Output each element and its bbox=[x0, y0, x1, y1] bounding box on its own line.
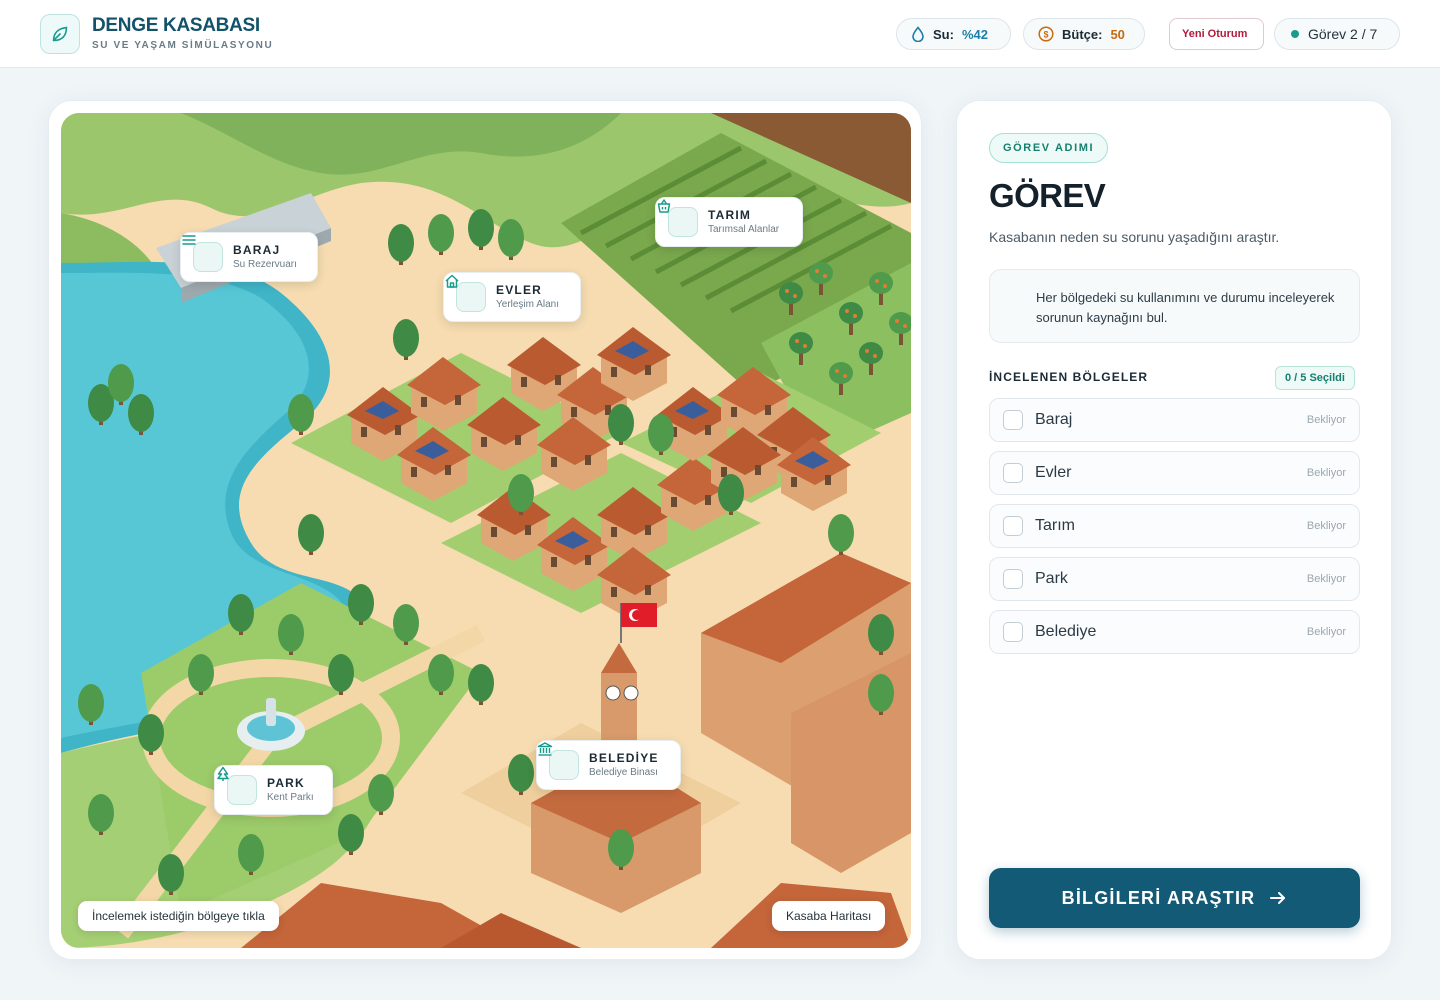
poi-title: TARIM bbox=[708, 207, 752, 222]
basket-icon bbox=[657, 199, 698, 237]
poi-subtitle: Su Rezervuarı bbox=[233, 258, 297, 270]
poi-subtitle: Kent Parkı bbox=[267, 791, 314, 803]
step-badge: GÖREV ADIMI bbox=[989, 133, 1109, 163]
app-title: DENGE KASABASI bbox=[92, 15, 260, 36]
research-button[interactable]: BİLGİLERİ ARAŞTIR bbox=[989, 868, 1360, 928]
region-row-baraj[interactable]: Baraj Bekliyor bbox=[989, 398, 1360, 442]
new-session-button[interactable]: Yeni Oturum bbox=[1169, 18, 1264, 50]
region-status: Bekliyor bbox=[1306, 414, 1346, 426]
town-map[interactable]: BARAJ Su Rezervuarı EVLER Yerleşim Alanı… bbox=[61, 113, 911, 948]
task-progress: Görev 2 / 7 bbox=[1274, 18, 1400, 50]
house-icon bbox=[445, 274, 486, 312]
region-status: Bekliyor bbox=[1306, 520, 1346, 532]
poi-baraj[interactable]: BARAJ Su Rezervuarı bbox=[180, 232, 318, 282]
poi-title: EVLER bbox=[496, 282, 543, 297]
status-dot bbox=[1291, 30, 1299, 38]
top-bar: DENGE KASABASI SU VE YAŞAM SİMÜLASYONU S… bbox=[0, 0, 1440, 68]
region-name: Belediye bbox=[1035, 623, 1097, 640]
region-row-park[interactable]: Park Bekliyor bbox=[989, 557, 1360, 601]
region-checkbox[interactable] bbox=[1003, 463, 1023, 483]
region-name: Park bbox=[1035, 570, 1068, 587]
dam-icon bbox=[182, 235, 223, 272]
poi-title: PARK bbox=[267, 775, 305, 790]
region-row-evler[interactable]: Evler Bekliyor bbox=[989, 451, 1360, 495]
app-subtitle: SU VE YAŞAM SİMÜLASYONU bbox=[92, 40, 274, 51]
building-icon bbox=[537, 742, 579, 780]
map-card: BARAJ Su Rezervuarı EVLER Yerleşim Alanı… bbox=[48, 100, 922, 960]
poi-park[interactable]: PARK Kent Parkı bbox=[214, 765, 333, 815]
task-description: Kasabanın neden su sorunu yaşadığını ara… bbox=[989, 229, 1280, 245]
region-name: Tarım bbox=[1035, 517, 1075, 534]
budget-indicator: $ Bütçe: 50 bbox=[1023, 18, 1145, 50]
task-title: GÖREV bbox=[989, 177, 1106, 214]
poi-subtitle: Belediye Binası bbox=[589, 766, 658, 778]
coin-icon: $ bbox=[1038, 26, 1054, 42]
poi-subtitle: Yerleşim Alanı bbox=[496, 298, 559, 310]
poi-belediye[interactable]: BELEDİYE Belediye Binası bbox=[536, 740, 681, 790]
budget-value: 50 bbox=[1110, 26, 1125, 42]
map-caption: Kasaba Haritası bbox=[772, 901, 886, 931]
task-panel: GÖREV ADIMI GÖREV Kasabanın neden su sor… bbox=[956, 100, 1392, 960]
hint-box: Her bölgedeki su kullanımını ve durumu i… bbox=[989, 269, 1360, 343]
budget-label: Bütçe: bbox=[1062, 26, 1103, 42]
arrow-right-icon bbox=[1269, 890, 1287, 906]
poi-tarim[interactable]: TARIM Tarımsal Alanlar bbox=[655, 197, 803, 247]
water-value: %42 bbox=[961, 26, 988, 42]
region-status: Bekliyor bbox=[1306, 467, 1346, 479]
water-drop-icon bbox=[911, 26, 925, 42]
regions-title: İNCELENEN BÖLGELER bbox=[989, 370, 1149, 384]
region-checkbox[interactable] bbox=[1003, 622, 1023, 642]
water-label: Su: bbox=[933, 26, 954, 42]
svg-text:$: $ bbox=[1043, 30, 1048, 40]
region-checkbox[interactable] bbox=[1003, 410, 1023, 430]
region-checkbox[interactable] bbox=[1003, 516, 1023, 536]
poi-title: BARAJ bbox=[233, 242, 281, 257]
tree-icon bbox=[217, 766, 257, 805]
region-name: Baraj bbox=[1035, 411, 1073, 428]
task-progress-label: Görev 2 / 7 bbox=[1308, 26, 1378, 42]
region-checkbox[interactable] bbox=[1003, 569, 1023, 589]
region-row-belediye[interactable]: Belediye Bekliyor bbox=[989, 610, 1360, 654]
region-status: Bekliyor bbox=[1306, 626, 1346, 638]
region-name: Evler bbox=[1035, 464, 1072, 481]
region-row-tarim[interactable]: Tarım Bekliyor bbox=[989, 504, 1360, 548]
poi-subtitle: Tarımsal Alanlar bbox=[708, 223, 780, 235]
poi-evler[interactable]: EVLER Yerleşim Alanı bbox=[443, 272, 581, 322]
poi-title: BELEDİYE bbox=[589, 750, 659, 765]
research-button-label: BİLGİLERİ ARAŞTIR bbox=[1061, 887, 1256, 908]
regions-count-badge: 0 / 5 Seçildi bbox=[1275, 366, 1355, 390]
map-hint: İncelemek istediğin bölgeye tıkla bbox=[78, 901, 279, 931]
leaf-icon bbox=[40, 14, 80, 54]
region-status: Bekliyor bbox=[1306, 573, 1346, 585]
water-indicator: Su: %42 bbox=[896, 18, 1011, 50]
